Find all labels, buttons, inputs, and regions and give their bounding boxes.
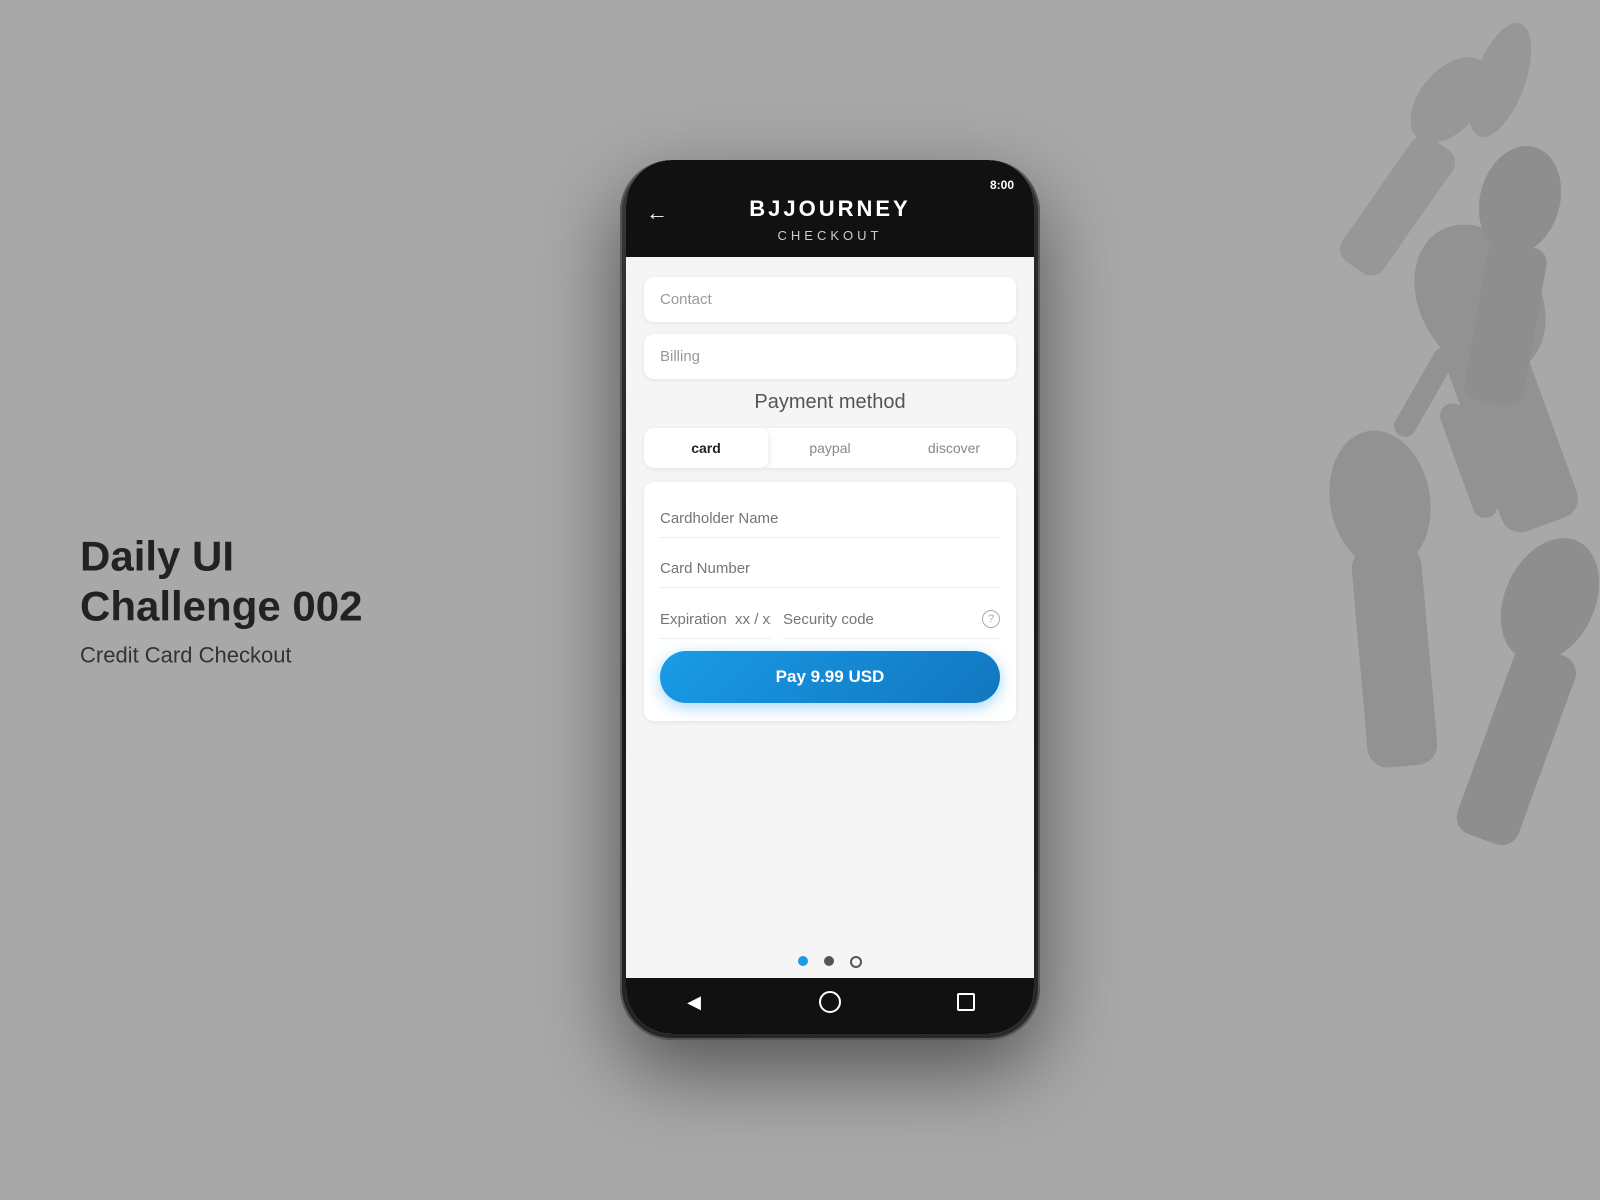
challenge-subtitle: Credit Card Checkout bbox=[80, 642, 400, 668]
app-subtitle: CHECKOUT bbox=[778, 228, 883, 243]
pay-button[interactable]: Pay 9.99 USD bbox=[660, 651, 1000, 703]
android-nav-bar: ◀ bbox=[626, 978, 1034, 1034]
nav-recents-button[interactable] bbox=[954, 990, 978, 1014]
phone-mockup: 8:00 ← BJJOURNEY CHECKOUT Contact Billin… bbox=[620, 160, 1040, 1040]
phone-screen: 8:00 ← BJJOURNEY CHECKOUT Contact Billin… bbox=[626, 160, 1034, 1034]
expiry-security-row: ? bbox=[660, 600, 1000, 639]
dot-2 bbox=[824, 956, 834, 966]
challenge-title: Daily UI Challenge 002 bbox=[80, 532, 400, 633]
security-code-wrapper: ? bbox=[783, 600, 1000, 639]
recents-square-icon bbox=[957, 993, 975, 1011]
app-logo: BJJOURNEY bbox=[749, 196, 910, 222]
contact-field[interactable]: Contact bbox=[644, 277, 1016, 322]
payment-tabs: card paypal discover bbox=[644, 428, 1016, 468]
card-number-input[interactable] bbox=[660, 550, 1000, 588]
tab-paypal[interactable]: paypal bbox=[768, 428, 892, 468]
back-button[interactable]: ← bbox=[646, 200, 668, 226]
nav-back-button[interactable]: ◀ bbox=[682, 990, 706, 1014]
nav-home-button[interactable] bbox=[818, 990, 842, 1014]
expiration-input[interactable] bbox=[660, 600, 771, 639]
dot-3 bbox=[850, 956, 862, 968]
security-code-input[interactable] bbox=[783, 611, 982, 628]
billing-field[interactable]: Billing bbox=[644, 334, 1016, 379]
billing-label: Billing bbox=[660, 348, 700, 365]
status-bar: 8:00 bbox=[626, 160, 1034, 196]
payment-method-title: Payment method bbox=[644, 391, 1016, 414]
pagination-dots bbox=[626, 940, 1034, 978]
left-panel: Daily UI Challenge 002 Credit Card Check… bbox=[80, 532, 400, 669]
payment-method-section: Payment method card paypal discover bbox=[644, 391, 1016, 721]
tab-card[interactable]: card bbox=[644, 428, 768, 468]
status-time: 8:00 bbox=[990, 178, 1014, 192]
tab-discover[interactable]: discover bbox=[892, 428, 1016, 468]
dot-1 bbox=[798, 956, 808, 966]
phone-shell: 8:00 ← BJJOURNEY CHECKOUT Contact Billin… bbox=[620, 160, 1040, 1040]
contact-label: Contact bbox=[660, 291, 712, 308]
home-circle-icon bbox=[819, 991, 841, 1013]
security-info-icon[interactable]: ? bbox=[982, 610, 1000, 628]
cardholder-name-input[interactable] bbox=[660, 500, 1000, 538]
checkout-content: Contact Billing Payment method card payp… bbox=[626, 257, 1034, 940]
card-form: ? Pay 9.99 USD bbox=[644, 482, 1016, 721]
